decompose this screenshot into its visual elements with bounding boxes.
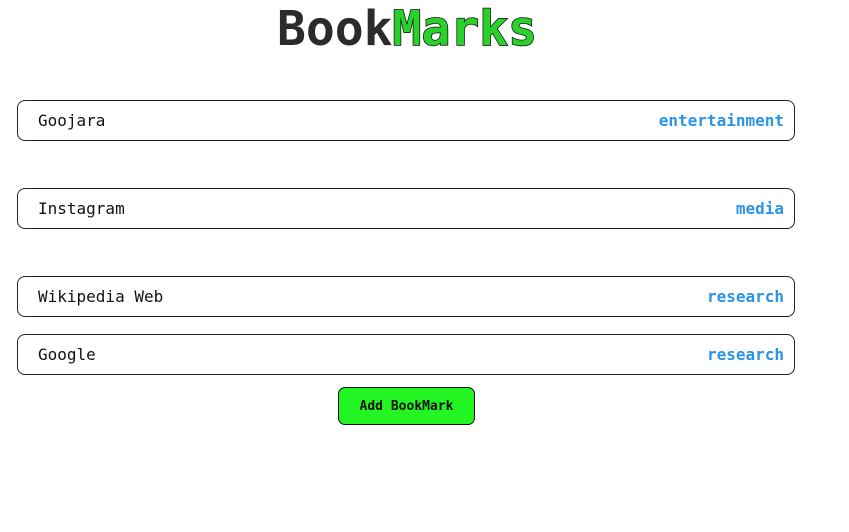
page-title: BookMarks xyxy=(0,0,814,58)
page-title-part-1: Book xyxy=(276,1,393,57)
add-bookmark-button[interactable]: Add BookMark xyxy=(338,387,475,425)
bookmark-category: media xyxy=(735,199,784,218)
bookmark-name: Instagram xyxy=(38,199,125,218)
bookmark-category: research xyxy=(706,287,784,306)
bookmark-category: research xyxy=(706,345,784,364)
bookmark-name: Wikipedia Web xyxy=(38,287,164,306)
bookmark-item-google[interactable]: Google research xyxy=(17,334,795,375)
bookmark-category: entertainment xyxy=(658,111,784,130)
bookmarks-page: BookMarks Goojara entertainment Instagra… xyxy=(0,0,849,532)
bookmark-item-goojara[interactable]: Goojara entertainment xyxy=(17,100,795,141)
bookmark-name: Google xyxy=(38,345,96,364)
bookmark-name: Goojara xyxy=(38,111,106,130)
page-title-part-2: Marks xyxy=(392,0,538,58)
bookmark-item-wikipedia-web[interactable]: Wikipedia Web research xyxy=(17,276,795,317)
bookmark-item-instagram[interactable]: Instagram media xyxy=(17,188,795,229)
